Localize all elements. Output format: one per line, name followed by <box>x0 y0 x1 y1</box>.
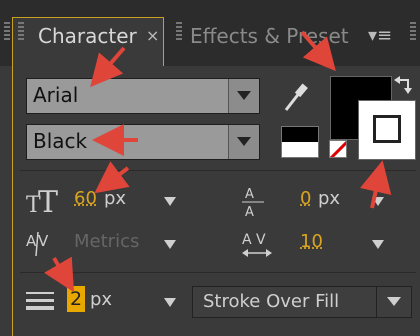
leading-unit: px <box>318 188 341 209</box>
tracking-icon: A V <box>242 232 272 257</box>
tab-close-icon[interactable]: × <box>146 26 159 45</box>
font-size-value[interactable]: 60 <box>74 188 97 209</box>
stroke-width-value: 2 <box>70 288 83 310</box>
svg-text:T: T <box>38 185 58 216</box>
font-size-arrow-icon[interactable] <box>164 197 176 206</box>
tab-effects-presets[interactable]: Effects & Preset <box>190 24 349 48</box>
svg-text:A: A <box>245 187 254 202</box>
panel-grip-icon[interactable] <box>4 22 10 40</box>
stroke-mode-value: Stroke Over Fill <box>203 291 340 312</box>
leading-icon: A A <box>242 187 264 220</box>
chevron-down-icon <box>237 137 251 146</box>
tab-grip-icon[interactable] <box>176 22 182 40</box>
stroke-mode-dropdown[interactable]: Stroke Over Fill <box>192 286 412 318</box>
leading-value[interactable]: 0 <box>300 188 311 209</box>
tab-character-label: Character <box>38 24 137 48</box>
chevron-down-icon <box>387 297 401 306</box>
panel-menu-icon[interactable]: ▾≡ <box>368 25 392 46</box>
kerning-arrow-icon[interactable] <box>164 240 176 249</box>
tracking-value[interactable]: 10 <box>300 231 323 252</box>
font-style-value: Black <box>33 129 88 153</box>
font-family-value: Arial <box>33 83 79 107</box>
kerning-icon: A V <box>26 231 49 257</box>
font-size-unit: px <box>104 188 127 209</box>
stroke-width-arrow-icon[interactable] <box>164 298 176 307</box>
divider <box>20 272 416 273</box>
tab-bar: Character × Effects & Preset ▾≡ <box>0 0 420 66</box>
leading-arrow-icon[interactable] <box>372 197 384 206</box>
eyedropper-icon[interactable] <box>282 80 310 114</box>
tab-grip-icon[interactable] <box>18 22 24 40</box>
stroke-color-swatch[interactable] <box>358 100 416 160</box>
default-colors-icon[interactable] <box>281 126 319 158</box>
divider <box>20 170 416 171</box>
font-style-arrow[interactable] <box>228 125 259 159</box>
stroke-color-inner <box>373 115 401 143</box>
chevron-down-icon <box>237 91 251 100</box>
font-style-dropdown[interactable]: Black <box>26 124 260 160</box>
svg-text:A: A <box>245 205 254 220</box>
stroke-width-icon <box>26 292 54 310</box>
swap-colors-icon[interactable] <box>394 76 414 98</box>
svg-text:V: V <box>256 232 266 248</box>
svg-text:V: V <box>38 232 49 250</box>
tracking-arrow-icon[interactable] <box>372 240 384 249</box>
stroke-width-field[interactable]: 2 <box>67 286 85 312</box>
svg-text:A: A <box>26 232 37 250</box>
stroke-width-unit: px <box>90 289 113 310</box>
svg-text:A: A <box>242 232 252 248</box>
font-family-dropdown[interactable]: Arial <box>26 78 260 114</box>
font-family-arrow[interactable] <box>228 79 259 113</box>
no-color-icon[interactable] <box>329 140 347 158</box>
tab-grip-icon[interactable] <box>410 22 416 40</box>
font-size-icon: T T <box>26 185 58 216</box>
character-panel: Character × Effects & Preset ▾≡ Arial Bl… <box>0 0 420 336</box>
stroke-mode-arrow[interactable] <box>376 287 411 317</box>
kerning-value[interactable]: Metrics <box>74 231 139 252</box>
